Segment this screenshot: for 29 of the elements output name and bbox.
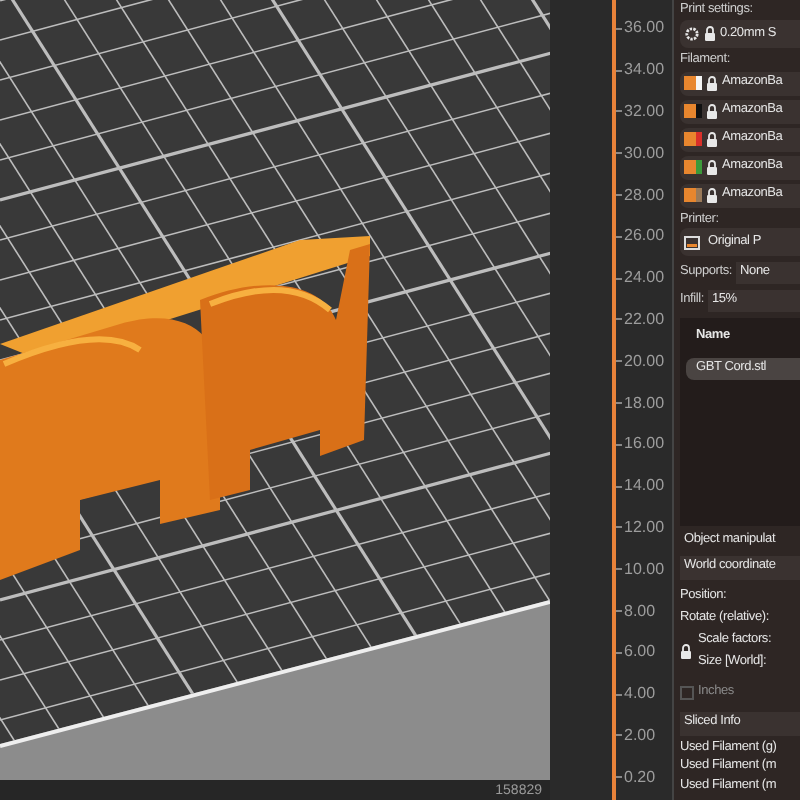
lock-icon[interactable] [706,131,718,147]
lock-icon[interactable] [706,159,718,175]
layer-height-label: 8.00 [624,603,656,620]
layer-height-label: 28.00 [624,187,665,204]
layer-height-label: 22.00 [624,311,665,328]
layer-height-label: 32.00 [624,103,665,120]
layer-height-label: 34.00 [624,62,665,79]
inches-checkbox[interactable] [680,685,694,699]
layer-height-label: 18.00 [624,395,665,412]
lock-icon[interactable] [706,103,718,119]
layer-height-label: 12.00 [624,519,665,536]
layer-height-label: 6.00 [624,644,656,661]
layer-height-label: 24.00 [624,270,665,287]
layer-height-label: 36.00 [624,20,665,37]
lock-icon[interactable] [704,26,716,42]
layer-height-label: 30.00 [624,145,665,162]
layer-height-label: 0.20 [624,769,656,786]
layer-height-label: 20.00 [624,353,665,370]
layer-height-label: 4.00 [624,686,656,703]
printer-icon [684,235,700,249]
layer-height-label: 10.00 [624,561,665,578]
layer-height-label: 26.00 [624,228,665,245]
layer-height-label: 2.00 [624,727,656,744]
lock-icon[interactable] [680,643,692,659]
lock-icon[interactable] [706,75,718,91]
lock-icon[interactable] [706,187,718,203]
gear-icon [684,26,700,42]
layer-height-label: 16.00 [624,436,665,453]
layer-height-label: 14.00 [624,478,665,495]
